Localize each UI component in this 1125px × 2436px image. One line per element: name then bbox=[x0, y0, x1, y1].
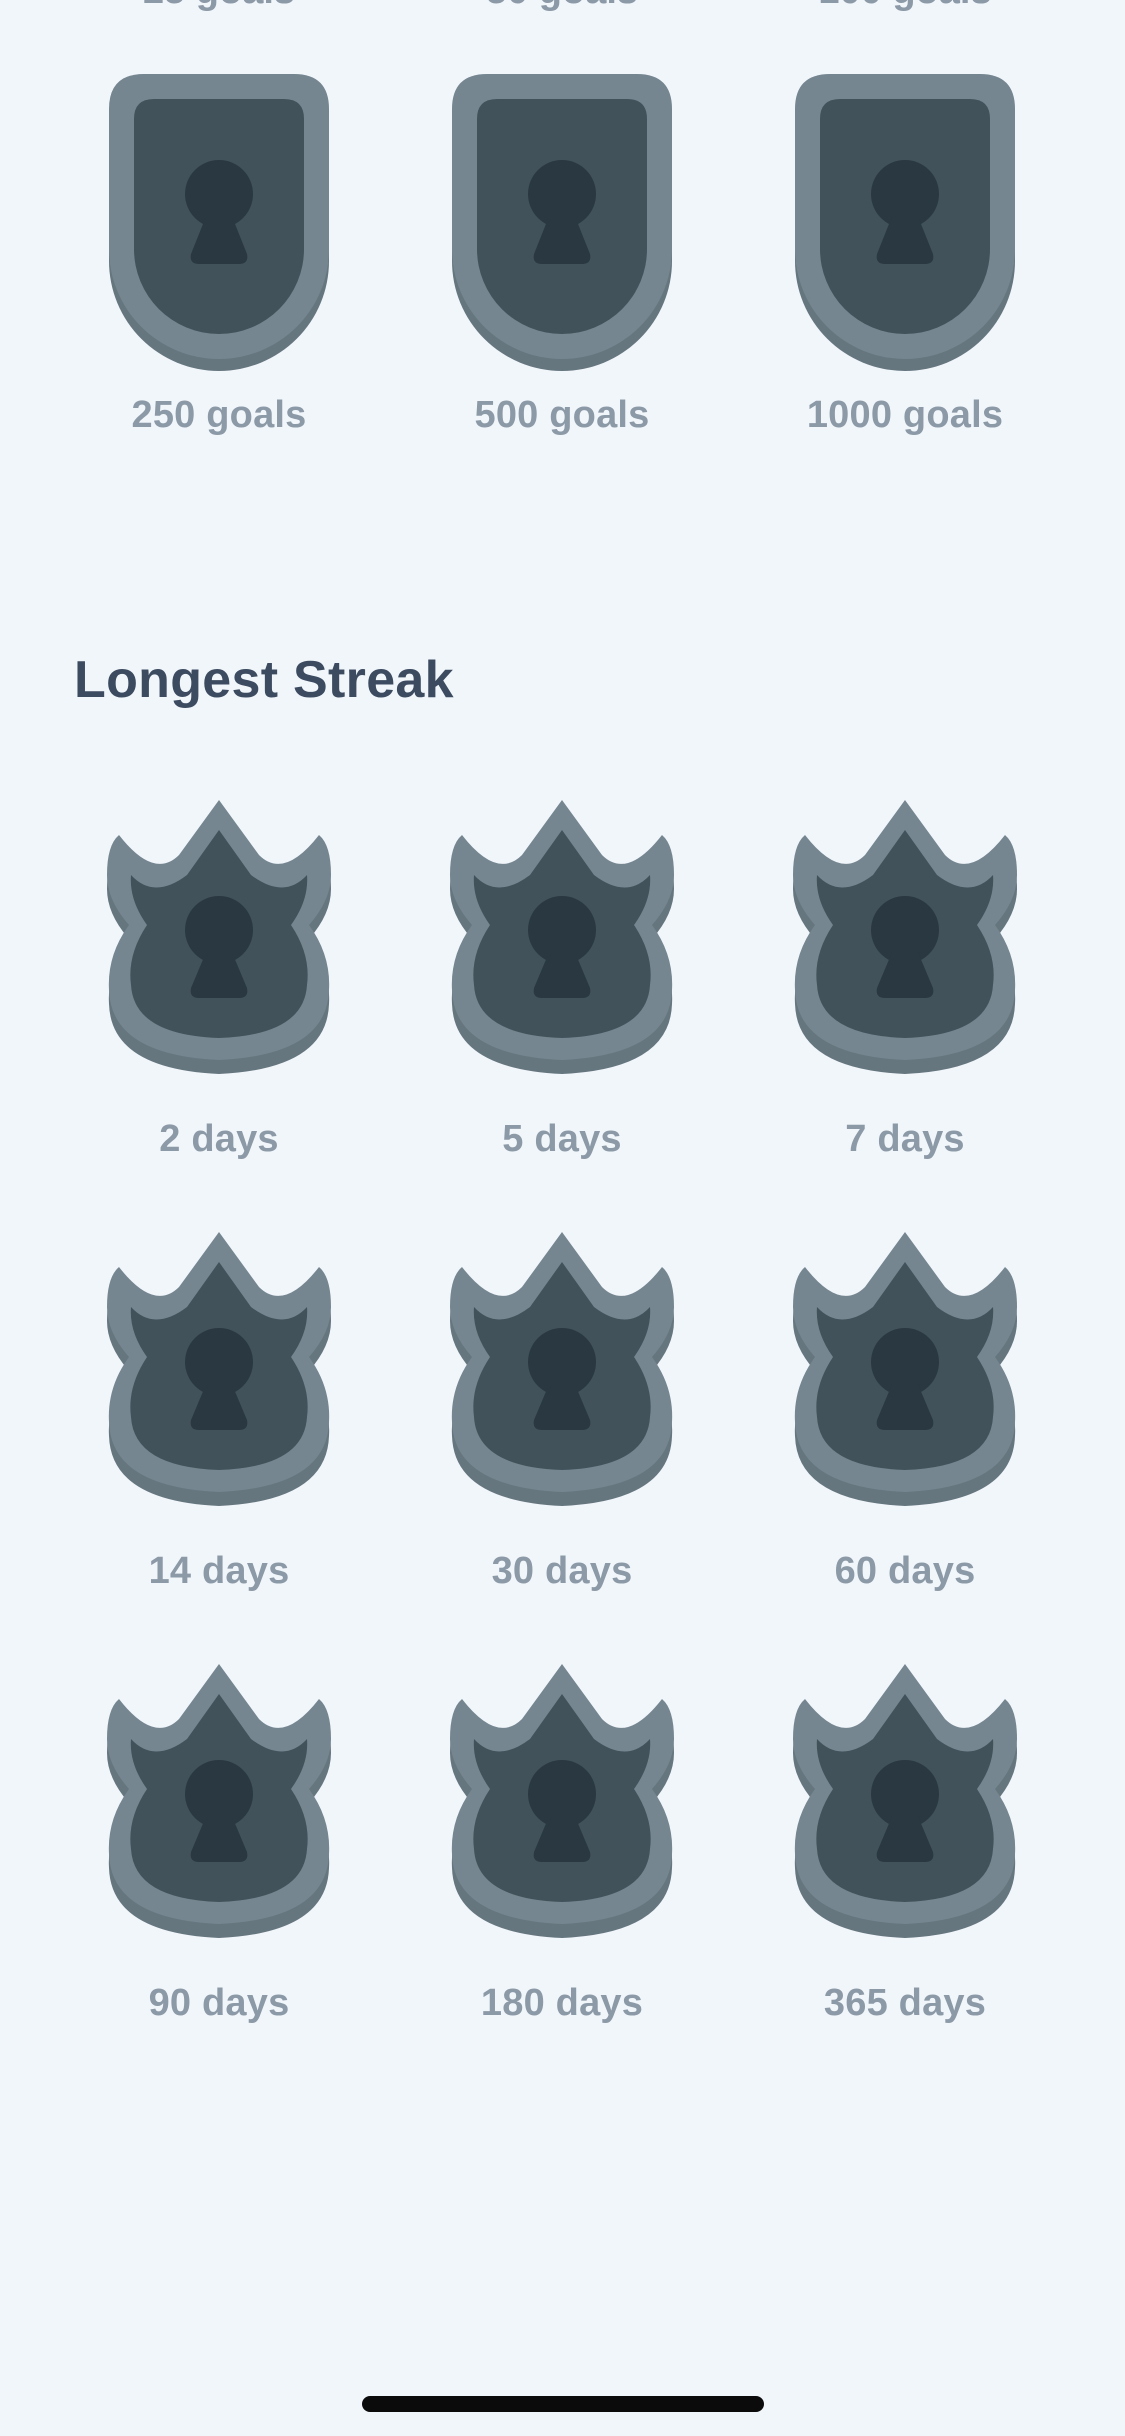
streak-badge-180-days[interactable]: 180 days bbox=[412, 1654, 712, 2024]
streak-badge-label: 5 days bbox=[502, 1118, 622, 1160]
locked-flame-badge-icon bbox=[69, 1222, 369, 1562]
home-indicator[interactable] bbox=[362, 2396, 764, 2412]
goals-badge-1000[interactable]: 1000 goals bbox=[755, 74, 1055, 436]
goals-badge-label: 25 goals bbox=[69, 0, 369, 16]
locked-shield-icon bbox=[412, 74, 712, 414]
streak-badge-365-days[interactable]: 365 days bbox=[755, 1654, 1055, 2024]
goals-badge-label: 100 goals bbox=[755, 0, 1055, 16]
streak-badge-5-days[interactable]: 5 days bbox=[412, 790, 712, 1160]
streak-badge-label: 180 days bbox=[480, 1982, 644, 2024]
section-title-longest-streak: Longest Streak bbox=[74, 651, 454, 709]
locked-shield-icon bbox=[755, 74, 1055, 414]
locked-flame-badge-icon bbox=[412, 790, 712, 1130]
streak-badge-30-days[interactable]: 30 days bbox=[412, 1222, 712, 1592]
streak-badge-7-days[interactable]: 7 days bbox=[755, 790, 1055, 1160]
goals-badge-500[interactable]: 500 goals bbox=[412, 74, 712, 436]
locked-flame-badge-icon bbox=[755, 790, 1055, 1130]
goals-badge-label: 1000 goals bbox=[806, 394, 1004, 436]
streak-badge-label: 90 days bbox=[148, 1982, 290, 2024]
locked-flame-badge-icon bbox=[412, 1654, 712, 1994]
partial-goals-labels-row: 25 goals 50 goals 100 goals bbox=[0, 0, 1125, 16]
locked-shield-icon bbox=[69, 74, 369, 414]
locked-flame-badge-icon bbox=[755, 1654, 1055, 1994]
streak-badge-label: 2 days bbox=[159, 1118, 279, 1160]
streak-badge-label: 14 days bbox=[148, 1550, 290, 1592]
streak-badge-label: 365 days bbox=[823, 1982, 987, 2024]
goals-badge-label: 500 goals bbox=[474, 394, 650, 436]
streak-badge-2-days[interactable]: 2 days bbox=[69, 790, 369, 1160]
streak-badge-label: 30 days bbox=[491, 1550, 633, 1592]
streak-badge-label: 60 days bbox=[834, 1550, 976, 1592]
locked-flame-badge-icon bbox=[69, 1654, 369, 1994]
streak-badge-label: 7 days bbox=[845, 1118, 965, 1160]
goals-badge-250[interactable]: 250 goals bbox=[69, 74, 369, 436]
goals-badge-label: 50 goals bbox=[412, 0, 712, 16]
streak-badge-60-days[interactable]: 60 days bbox=[755, 1222, 1055, 1592]
goals-badge-label: 250 goals bbox=[131, 394, 307, 436]
streak-badge-14-days[interactable]: 14 days bbox=[69, 1222, 369, 1592]
locked-flame-badge-icon bbox=[69, 790, 369, 1130]
locked-flame-badge-icon bbox=[412, 1222, 712, 1562]
streak-badge-90-days[interactable]: 90 days bbox=[69, 1654, 369, 2024]
locked-flame-badge-icon bbox=[755, 1222, 1055, 1562]
